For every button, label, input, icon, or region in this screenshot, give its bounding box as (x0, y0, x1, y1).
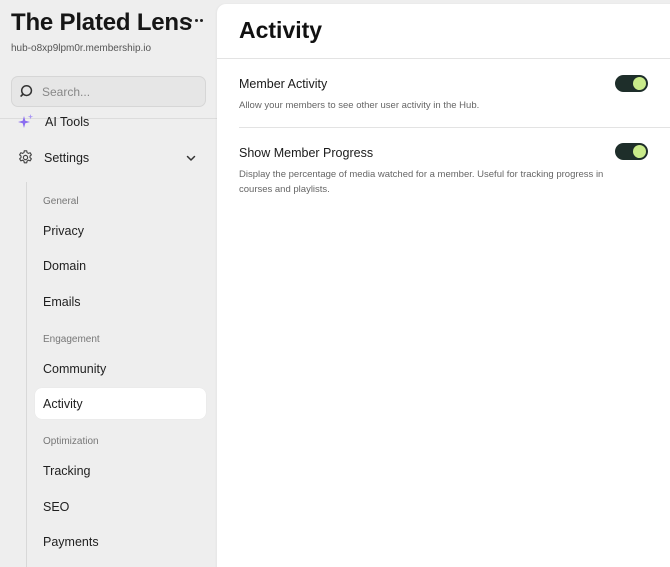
toggle-knob (633, 145, 646, 158)
row-divider (239, 127, 670, 128)
member-progress-toggle[interactable] (615, 143, 648, 160)
setting-description: Allow your members to see other user act… (239, 100, 480, 111)
title-divider (217, 58, 670, 59)
sidebar-item-payments[interactable]: Payments (35, 526, 206, 557)
toggle-knob (633, 77, 646, 90)
sidebar-item-domain[interactable]: Domain (35, 250, 206, 281)
main-panel: Activity Member Activity Allow your memb… (217, 4, 670, 567)
setting-description: Display the percentage of media watched … (239, 169, 604, 195)
search-box[interactable] (11, 76, 206, 107)
sidebar-item-tracking[interactable]: Tracking (35, 455, 206, 486)
setting-member-progress: Show Member Progress Display the percent… (239, 146, 659, 197)
gear-icon (19, 150, 32, 164)
sidebar-item-label: AI Tools (45, 115, 90, 129)
more-horizontal-icon[interactable] (189, 13, 203, 27)
member-activity-toggle[interactable] (615, 75, 648, 92)
search-input[interactable] (42, 84, 192, 99)
sidebar-item-community[interactable]: Community (35, 353, 206, 384)
chevron-down-icon[interactable] (185, 152, 197, 164)
search-icon (20, 84, 33, 97)
group-label-general: General (43, 196, 79, 207)
sidebar-item-privacy[interactable]: Privacy (35, 215, 206, 246)
hub-name[interactable]: The Plated Lens (11, 9, 192, 37)
sidebar-item-settings[interactable]: Settings (17, 149, 197, 166)
sidebar-item-emails[interactable]: Emails (35, 286, 206, 317)
group-label-optimization: Optimization (43, 436, 99, 447)
sidebar: The Plated Lens hub-o8xp9lpm0r.membershi… (0, 0, 217, 567)
sidebar-item-ai-tools[interactable]: AI Tools (17, 113, 89, 131)
setting-member-activity: Member Activity Allow your members to se… (239, 77, 659, 113)
page-title: Activity (239, 17, 323, 43)
sidebar-item-label: Settings (44, 150, 90, 165)
group-label-engagement: Engagement (43, 334, 100, 345)
setting-title: Show Member Progress (239, 146, 374, 160)
settings-tree-line (26, 182, 27, 567)
setting-title: Member Activity (239, 77, 328, 91)
sidebar-item-seo[interactable]: SEO (35, 491, 206, 522)
sparkle-icon (18, 114, 34, 128)
sidebar-item-activity[interactable]: Activity (35, 388, 206, 419)
hub-domain: hub-o8xp9lpm0r.membership.io (11, 43, 152, 54)
